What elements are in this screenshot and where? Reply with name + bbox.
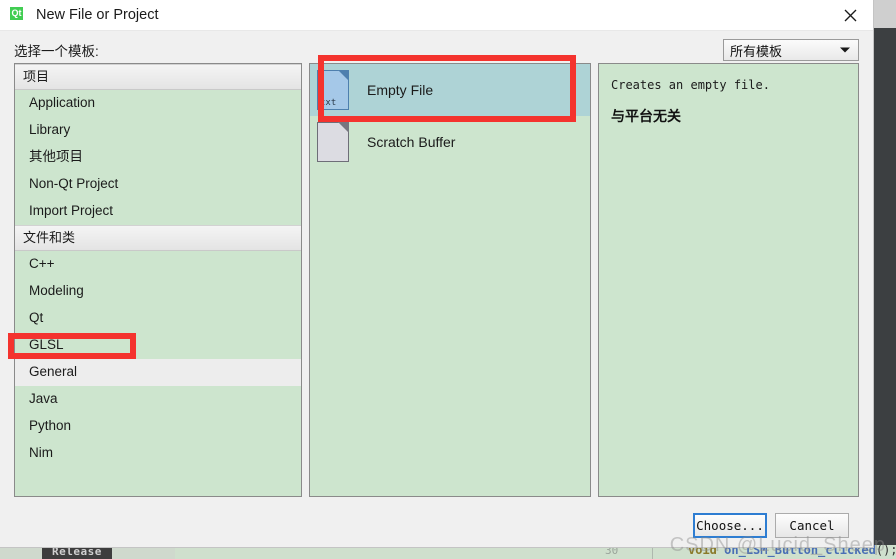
category-item[interactable]: Qt [15, 305, 301, 332]
template-item-label: Empty File [367, 82, 434, 98]
choose-template-label: 选择一个模板: [14, 44, 99, 59]
ide-right-panel-strip [874, 28, 896, 559]
ide-top-right-strip [874, 0, 896, 28]
category-item[interactable]: Modeling [15, 278, 301, 305]
category-section-header: 文件和类 [15, 225, 301, 251]
chevron-down-icon [840, 47, 850, 53]
template-item-label: Scratch Buffer [367, 134, 456, 150]
category-list: 项目 Application Library 其他项目 Non-Qt Project Im… [15, 64, 301, 467]
template-filter-select[interactable]: 所有模板 [723, 39, 859, 61]
category-item[interactable]: Java [15, 386, 301, 413]
category-item[interactable]: 其他项目 [15, 144, 301, 171]
dialog-title: New File or Project [36, 7, 159, 23]
dialog-body: 选择一个模板: 所有模板 项目 Application Library 其他项目 Non… [0, 31, 873, 547]
template-platform-label: 与平台无关 [611, 108, 681, 124]
close-icon[interactable] [827, 0, 873, 31]
template-details-pane: Creates an empty file. 与平台无关 [598, 63, 859, 497]
qt-logo-square: Qt [10, 7, 23, 20]
template-details-content: Creates an empty file. 与平台无关 [599, 64, 858, 140]
template-item[interactable]: Scratch Buffer [310, 116, 590, 168]
dialog-titlebar: Qt New File or Project [0, 0, 873, 31]
new-file-or-project-dialog: Qt New File or Project 选择一个模板: 所有模板 项目 Ap… [0, 0, 874, 548]
dialog-topbar: 选择一个模板: 所有模板 [14, 31, 859, 63]
blank-file-icon [317, 122, 349, 162]
category-section-header: 项目 [15, 64, 301, 90]
dialog-panes: 项目 Application Library 其他项目 Non-Qt Project Im… [14, 63, 859, 503]
category-item[interactable]: Python [15, 413, 301, 440]
category-item[interactable]: General [15, 359, 301, 386]
file-icon-fold [338, 70, 349, 81]
category-item[interactable]: GLSL [15, 332, 301, 359]
qt-logo-icon: Qt [10, 7, 26, 23]
category-item[interactable]: Import Project [15, 198, 301, 225]
template-item[interactable]: txt Empty File [310, 64, 590, 116]
category-item[interactable]: Application [15, 90, 301, 117]
template-description: Creates an empty file. [611, 78, 770, 92]
category-item[interactable]: Nim [15, 440, 301, 467]
template-list-pane: txt Empty File Scratch Buffer [309, 63, 591, 497]
category-item[interactable]: Non-Qt Project [15, 171, 301, 198]
file-icon-extension: txt [320, 98, 337, 108]
watermark: CSDN @Lucid_Sheep [669, 534, 886, 556]
text-file-icon: txt [317, 70, 349, 110]
category-item[interactable]: Library [15, 117, 301, 144]
template-list: txt Empty File Scratch Buffer [310, 64, 590, 168]
category-list-pane: 项目 Application Library 其他项目 Non-Qt Project Im… [14, 63, 302, 497]
category-item[interactable]: C++ [15, 251, 301, 278]
file-icon-fold [338, 122, 349, 133]
template-filter-value: 所有模板 [730, 43, 783, 59]
